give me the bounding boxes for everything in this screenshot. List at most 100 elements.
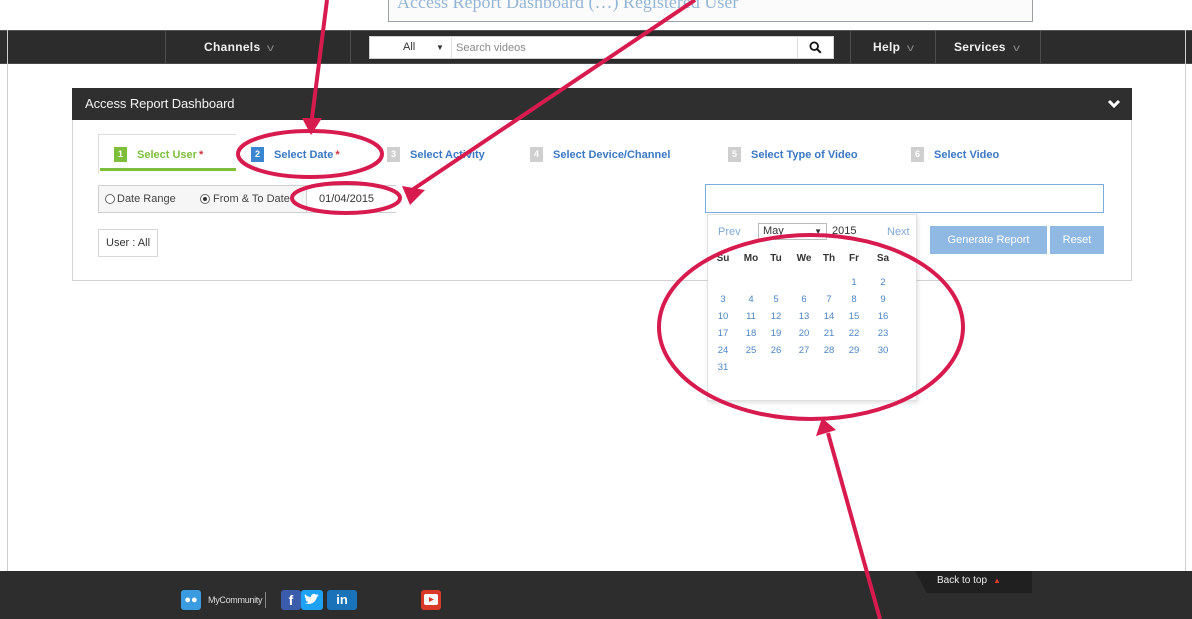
calendar-day[interactable]: 29: [841, 345, 867, 356]
step-select-user[interactable]: 1 Select User *: [114, 147, 203, 164]
step-select-date[interactable]: 2 Select Date *: [251, 147, 340, 164]
calendar-day[interactable]: 23: [870, 328, 896, 339]
calendar-day[interactable]: 4: [738, 294, 764, 305]
calendar-day[interactable]: 31: [710, 362, 736, 373]
back-to-top-label: Back to top: [937, 575, 988, 586]
calendar-day[interactable]: 5: [763, 294, 789, 305]
nav-divider: [165, 31, 166, 64]
calendar-day[interactable]: 14: [816, 311, 842, 322]
frame-line-right: [1185, 30, 1186, 619]
datepicker-popup: Prev May ▼ 2015 Next Su Mo Tu We Th Fr Sa 1 2 3 4 5…: [707, 214, 917, 401]
calendar-day[interactable]: 26: [763, 345, 789, 356]
calendar-weekday-header: Fr: [849, 253, 859, 264]
step-label: Select Type of Video: [751, 149, 858, 161]
calendar-day[interactable]: 16: [870, 311, 896, 322]
nav-services-label: Services: [954, 40, 1006, 54]
calendar-day[interactable]: 9: [870, 294, 896, 305]
calendar-day[interactable]: 24: [710, 345, 736, 356]
date-range-radio[interactable]: [105, 194, 115, 204]
step-label: Select Device/Channel: [553, 149, 671, 161]
banner-box: Access Report Dashboard (…) Registered U…: [388, 0, 1033, 22]
top-banner: Access Report Dashboard (…) Registered U…: [0, 0, 1192, 30]
back-to-top-link[interactable]: Back to top ▲: [915, 571, 1032, 593]
nav-help[interactable]: Help v: [873, 31, 914, 64]
calendar-day[interactable]: 13: [791, 311, 817, 322]
calendar-day[interactable]: 3: [710, 294, 736, 305]
step-select-type-of-video[interactable]: 5 Select Type of Video: [728, 147, 858, 164]
calendar-day[interactable]: 17: [710, 328, 736, 339]
search-button[interactable]: [797, 37, 833, 58]
step-number: 4: [530, 147, 543, 162]
calendar-next-link[interactable]: Next: [887, 226, 910, 238]
calendar-year: 2015: [832, 225, 857, 237]
search-bar: All ▼: [369, 36, 834, 59]
search-scope-select[interactable]: All ▼: [370, 37, 452, 58]
calendar-day[interactable]: 1: [841, 277, 867, 288]
required-mark: *: [198, 149, 204, 161]
panel-header: Access Report Dashboard: [72, 88, 1132, 120]
calendar-day[interactable]: 15: [841, 311, 867, 322]
calendar-day[interactable]: 20: [791, 328, 817, 339]
calendar-day[interactable]: 22: [841, 328, 867, 339]
calendar-day[interactable]: 30: [870, 345, 896, 356]
calendar-day[interactable]: 27: [791, 345, 817, 356]
step-select-video[interactable]: 6 Select Video: [911, 147, 999, 164]
arrow-up-icon: ▲: [993, 576, 1001, 585]
date-range-label: Date Range: [117, 193, 176, 205]
calendar-day[interactable]: 28: [816, 345, 842, 356]
from-date-field[interactable]: 01/04/2015: [306, 186, 396, 212]
annotation-arrowhead: [816, 418, 836, 436]
nav-divider: [935, 31, 936, 64]
calendar-day[interactable]: 10: [710, 311, 736, 322]
calendar-weekday-header: Su: [716, 253, 730, 264]
search-input[interactable]: [454, 38, 794, 57]
calendar-weekday-header: Tu: [770, 253, 782, 264]
step-select-device-channel[interactable]: 4 Select Device/Channel: [530, 147, 670, 164]
calendar-day[interactable]: 11: [738, 311, 764, 322]
calendar-day[interactable]: 19: [763, 328, 789, 339]
calendar-day[interactable]: 7: [816, 294, 842, 305]
required-mark: *: [335, 149, 340, 161]
linkedin-icon[interactable]: in: [327, 590, 357, 610]
step-tab-indicator: [100, 168, 236, 171]
calendar-day[interactable]: 21: [816, 328, 842, 339]
search-icon: [809, 41, 822, 54]
generate-report-button[interactable]: Generate Report: [930, 226, 1047, 254]
nav-services[interactable]: Services v: [954, 31, 1020, 64]
twitter-icon[interactable]: [301, 590, 323, 610]
nav-divider: [350, 31, 351, 64]
calendar-day[interactable]: 12: [763, 311, 789, 322]
footer: Back to top ▲ ●● MyCommunity f in: [0, 571, 1192, 619]
step-label: Select User: [137, 149, 197, 161]
chevron-down-icon[interactable]: [1106, 96, 1122, 112]
facebook-icon[interactable]: f: [281, 590, 301, 610]
reset-button[interactable]: Reset: [1050, 226, 1104, 254]
user-filter-chip: User : All: [98, 229, 158, 257]
youtube-icon[interactable]: [421, 590, 441, 610]
caret-down-icon: ▼: [436, 43, 444, 52]
to-date-field[interactable]: [705, 184, 1104, 213]
chevron-down-icon: ▼: [814, 227, 822, 236]
calendar-month-select[interactable]: May ▼: [758, 223, 827, 240]
calendar-day[interactable]: 18: [738, 328, 764, 339]
nav-divider: [1040, 31, 1041, 64]
calendar-weekday-header: Th: [822, 253, 836, 264]
nav-channels[interactable]: Channels v: [204, 31, 274, 64]
calendar-day[interactable]: 6: [791, 294, 817, 305]
calendar-prev-link[interactable]: Prev: [718, 226, 741, 238]
step-label: Select Date: [274, 149, 334, 161]
calendar-weekday-header: We: [796, 253, 812, 264]
step-number: 6: [911, 147, 924, 162]
step-number: 3: [387, 147, 400, 162]
calendar-day[interactable]: 2: [870, 277, 896, 288]
navbar: Channelsv All ▼ Helpv Servicesv: [0, 30, 1192, 64]
page: Access Report Dashboard (…) Registered U…: [0, 0, 1192, 619]
chevron-down-icon: v: [267, 43, 275, 54]
panel-title: Access Report Dashboard: [85, 96, 235, 111]
calendar-day[interactable]: 25: [738, 345, 764, 356]
calendar-day[interactable]: 8: [841, 294, 867, 305]
from-to-date-radio[interactable]: [200, 194, 210, 204]
step-select-activity[interactable]: 3 Select Activity: [387, 147, 485, 164]
community-icon[interactable]: ●●: [181, 590, 201, 610]
community-label[interactable]: MyCommunity: [208, 590, 263, 610]
